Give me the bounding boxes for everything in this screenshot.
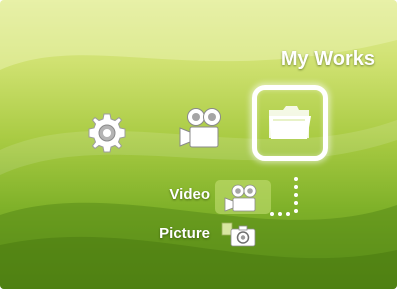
gear-icon[interactable]	[84, 110, 130, 156]
camera-icon[interactable]	[221, 222, 261, 248]
submenu-connector-dots	[270, 177, 298, 216]
menu-title: My Works	[280, 48, 375, 70]
camera-menu-screen: My Works Video Picture	[0, 0, 397, 289]
folder-icon	[269, 106, 311, 139]
my-works-folder-button[interactable]	[252, 85, 328, 161]
video-camera-icon[interactable]	[218, 183, 266, 213]
camcorder-icon[interactable]	[176, 106, 230, 152]
submenu-item-video-label[interactable]: Video	[169, 186, 210, 203]
submenu-item-picture-label[interactable]: Picture	[159, 225, 210, 242]
